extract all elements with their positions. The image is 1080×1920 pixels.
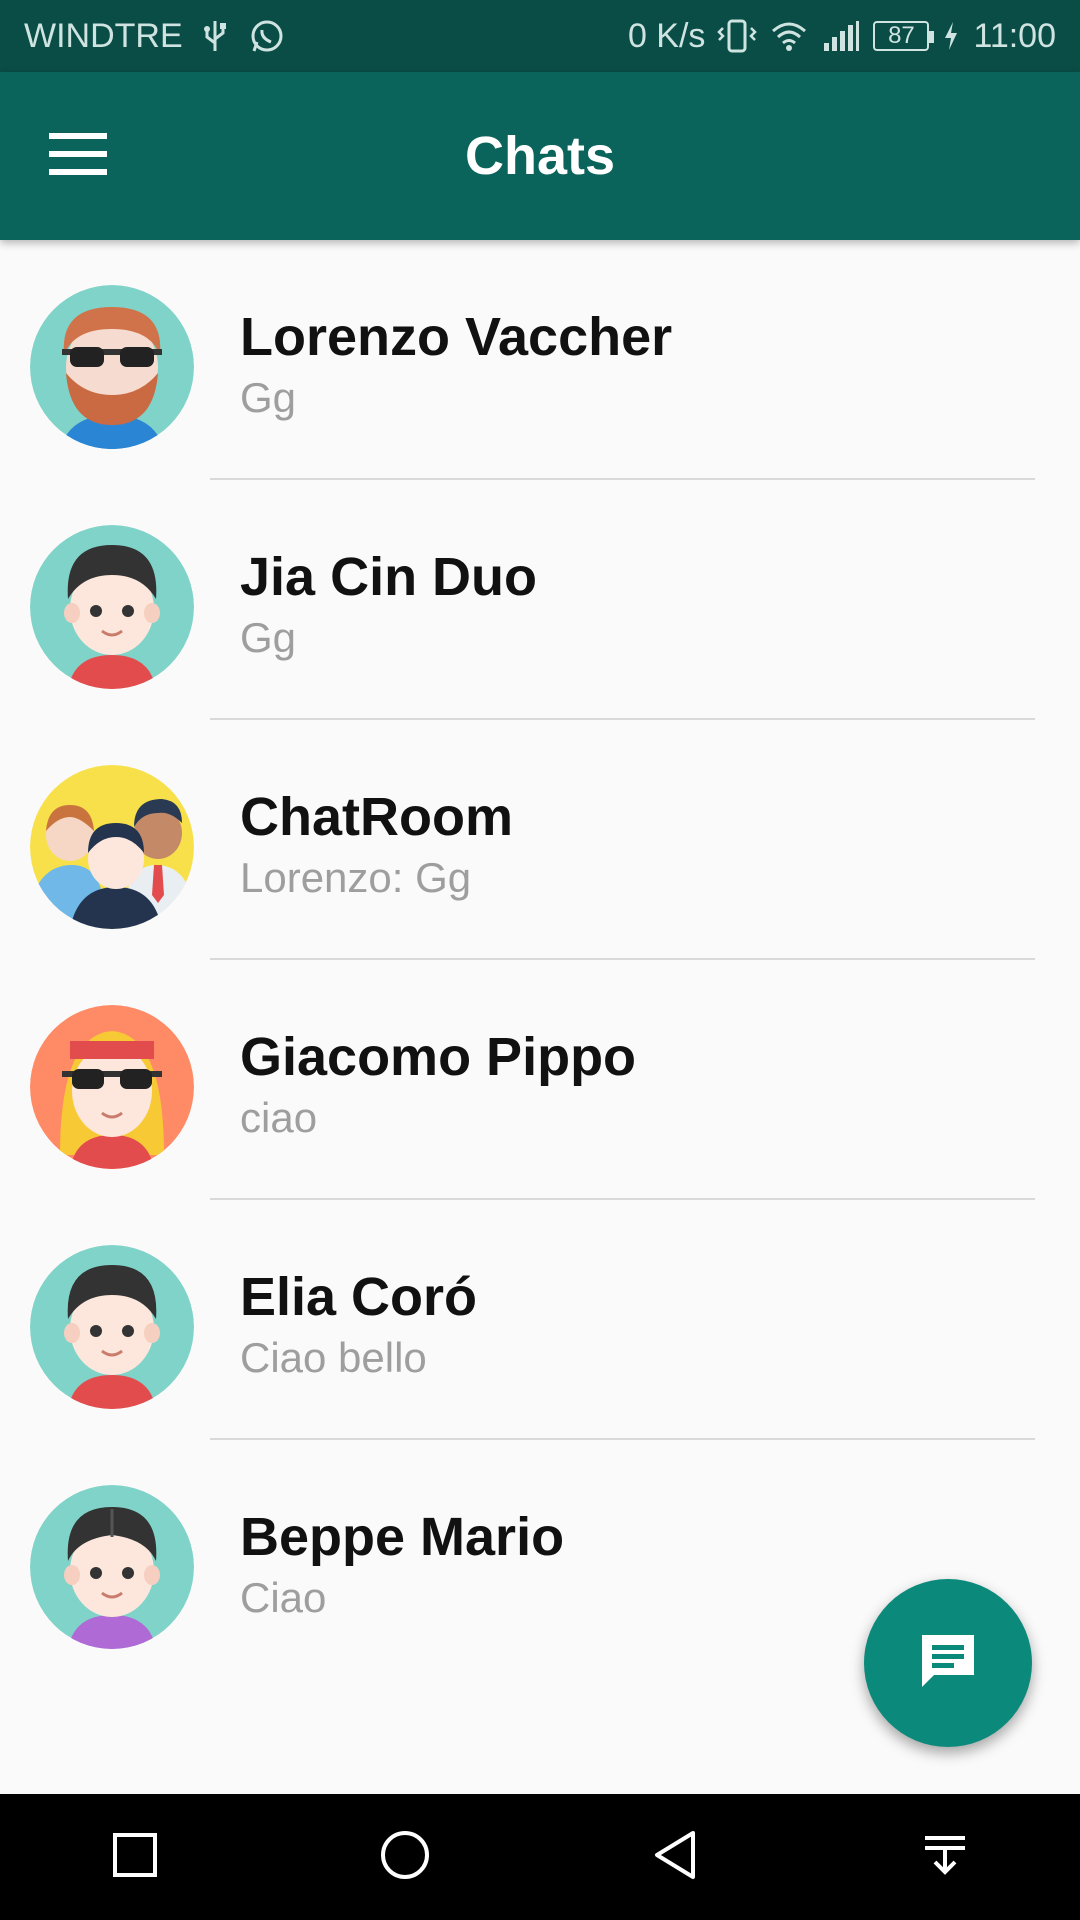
back-button[interactable] xyxy=(625,1807,725,1907)
battery-level: 87 xyxy=(888,22,915,49)
avatar-bearded-man-icon xyxy=(30,285,194,449)
network-speed: 0 K/s xyxy=(627,16,706,55)
chat-name: Beppe Mario xyxy=(240,1507,565,1567)
chat-row-giacomo-pippo[interactable]: Giacomo Pippo ciao xyxy=(0,960,1080,1200)
avatar-group-icon xyxy=(30,765,194,929)
recent-apps-icon xyxy=(112,1832,158,1883)
recent-apps-button[interactable] xyxy=(85,1807,185,1907)
chat-row-chatroom[interactable]: ChatRoom Lorenzo: Gg xyxy=(0,720,1080,960)
chat-message-icon xyxy=(916,1629,980,1698)
chat-last-message: Lorenzo: Gg xyxy=(240,854,472,901)
status-bar-left: WINDTRE xyxy=(24,16,287,56)
notification-pull-down-icon xyxy=(922,1832,968,1883)
chat-last-message: Ciao xyxy=(240,1574,327,1621)
chat-name: Giacomo Pippo xyxy=(240,1027,637,1087)
app-bar: Chats xyxy=(0,72,1080,240)
chat-name: Jia Cin Duo xyxy=(240,547,538,607)
chat-name: Elia Coró xyxy=(240,1267,478,1327)
page-title: Chats xyxy=(464,126,616,186)
status-bar-right: 0 K/s 87 11:00 xyxy=(628,16,1056,56)
new-chat-button[interactable] xyxy=(864,1579,1032,1747)
system-nav-bar xyxy=(0,1794,1080,1920)
back-icon xyxy=(651,1829,699,1886)
charging-icon xyxy=(941,16,961,56)
chat-list: Lorenzo Vaccher Gg Jia Cin Duo Gg ChatRo… xyxy=(0,240,1080,1680)
carrier-name: WINDTRE xyxy=(24,16,183,55)
status-bar: WINDTRE 0 K/s 87 11:00 xyxy=(0,0,1080,72)
chat-name: ChatRoom xyxy=(240,787,513,847)
avatar-woman-sunglasses-icon xyxy=(30,1005,194,1169)
usb-icon xyxy=(195,16,235,56)
home-button[interactable] xyxy=(355,1807,455,1907)
notification-pull-down-button[interactable] xyxy=(895,1807,995,1907)
avatar-man-curly-hair-icon xyxy=(30,1485,194,1649)
chat-last-message: Gg xyxy=(240,374,297,421)
whatsapp-icon xyxy=(247,16,287,56)
chat-last-message: Ciao bello xyxy=(240,1334,427,1381)
vibrate-icon xyxy=(717,16,758,56)
chat-name: Lorenzo Vaccher xyxy=(240,307,673,367)
signal-icon xyxy=(821,16,861,56)
chat-row-elia-coro[interactable]: Elia Coró Ciao bello xyxy=(0,1200,1080,1440)
chat-last-message: ciao xyxy=(240,1094,318,1141)
clock: 11:00 xyxy=(973,16,1056,55)
wifi-icon xyxy=(769,16,809,56)
chat-row-lorenzo-vaccher[interactable]: Lorenzo Vaccher Gg xyxy=(0,240,1080,480)
avatar-man-dark-hair-icon xyxy=(30,525,194,689)
battery-icon: 87 xyxy=(873,21,935,51)
home-icon xyxy=(379,1829,431,1886)
avatar-man-dark-hair-icon xyxy=(30,1245,194,1409)
chat-last-message: Gg xyxy=(240,614,297,661)
chat-row-jia-cin-duo[interactable]: Jia Cin Duo Gg xyxy=(0,480,1080,720)
